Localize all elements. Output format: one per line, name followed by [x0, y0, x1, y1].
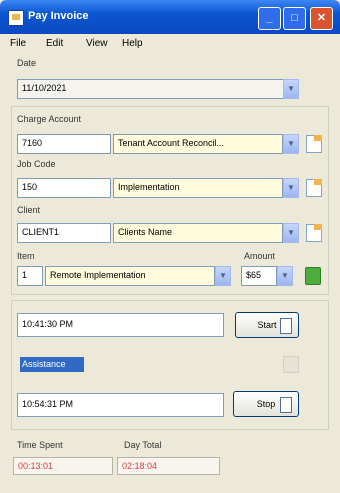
job-code-field[interactable]: 150 [17, 178, 111, 198]
app-icon [8, 10, 24, 26]
charge-account-code[interactable]: 7160 [17, 134, 111, 154]
amount-field[interactable]: $65 [241, 266, 277, 286]
start-button-label: Start [257, 320, 277, 330]
maximize-button[interactable]: □ [283, 7, 306, 30]
stop-button-label: Stop [256, 399, 276, 409]
client-label: Client [17, 205, 41, 215]
start-time-field[interactable]: 10:41:30 PM [17, 313, 224, 337]
charge-account-dropdown-button[interactable]: ▼ [283, 134, 299, 154]
close-button[interactable]: ✕ [310, 7, 333, 30]
job-code-dropdown-button[interactable]: ▼ [283, 178, 299, 198]
pointer-icon [280, 397, 292, 413]
menu-help[interactable]: Help [122, 38, 143, 49]
menu-file[interactable]: File [10, 38, 26, 49]
item-code-field[interactable]: 1 [17, 266, 43, 286]
invoice-window: Pay Invoice _ □ ✕ File Edit View Help Da… [0, 0, 340, 493]
amount-label: Amount [244, 251, 276, 261]
client-name[interactable]: Clients Name [113, 223, 283, 243]
end-time-field[interactable]: 10:54:31 PM [17, 393, 224, 417]
date-field[interactable]: 11/10/2021 [17, 79, 285, 99]
window-title: Pay Invoice [28, 10, 89, 22]
start-button[interactable]: Start [235, 312, 299, 338]
day-total-value: 02:18:04 [117, 457, 220, 475]
description-selected-text[interactable]: Assistance [20, 357, 84, 372]
charge-account-lookup-icon[interactable] [306, 135, 322, 153]
charge-account-label: Charge Account [17, 114, 82, 124]
stop-button[interactable]: Stop [233, 391, 299, 417]
date-label: Date [17, 58, 37, 68]
menu-edit[interactable]: Edit [46, 38, 63, 49]
item-dropdown-button[interactable]: ▼ [215, 266, 231, 286]
job-code-label: Job Code [17, 159, 56, 169]
job-code-lookup-icon[interactable] [306, 179, 322, 197]
client-lookup-icon[interactable] [306, 224, 322, 242]
menu-bar: File Edit View Help [0, 34, 340, 54]
client-code-field[interactable]: CLIENT1 [17, 223, 111, 243]
title-bar[interactable]: Pay Invoice _ □ ✕ [0, 0, 340, 34]
day-total-label: Day Total [124, 440, 162, 450]
menu-view[interactable]: View [86, 38, 108, 49]
time-spent-value: 00:13:01 [13, 457, 113, 475]
amount-dropdown-button[interactable]: ▼ [277, 266, 293, 286]
description-dropdown-button[interactable] [283, 356, 299, 373]
minimize-button[interactable]: _ [258, 7, 281, 30]
job-code-name[interactable]: Implementation [113, 178, 283, 198]
client-dropdown-button[interactable]: ▼ [283, 223, 299, 243]
time-spent-label: Time Spent [17, 440, 63, 450]
date-dropdown-button[interactable]: ▼ [283, 79, 299, 99]
clipboard-icon [280, 318, 292, 334]
charge-account-name[interactable]: Tenant Account Reconcil... [113, 134, 283, 154]
add-item-icon[interactable] [305, 267, 321, 285]
description-field[interactable] [84, 357, 284, 372]
item-label: Item [17, 251, 35, 261]
item-name[interactable]: Remote Implementation [45, 266, 215, 286]
